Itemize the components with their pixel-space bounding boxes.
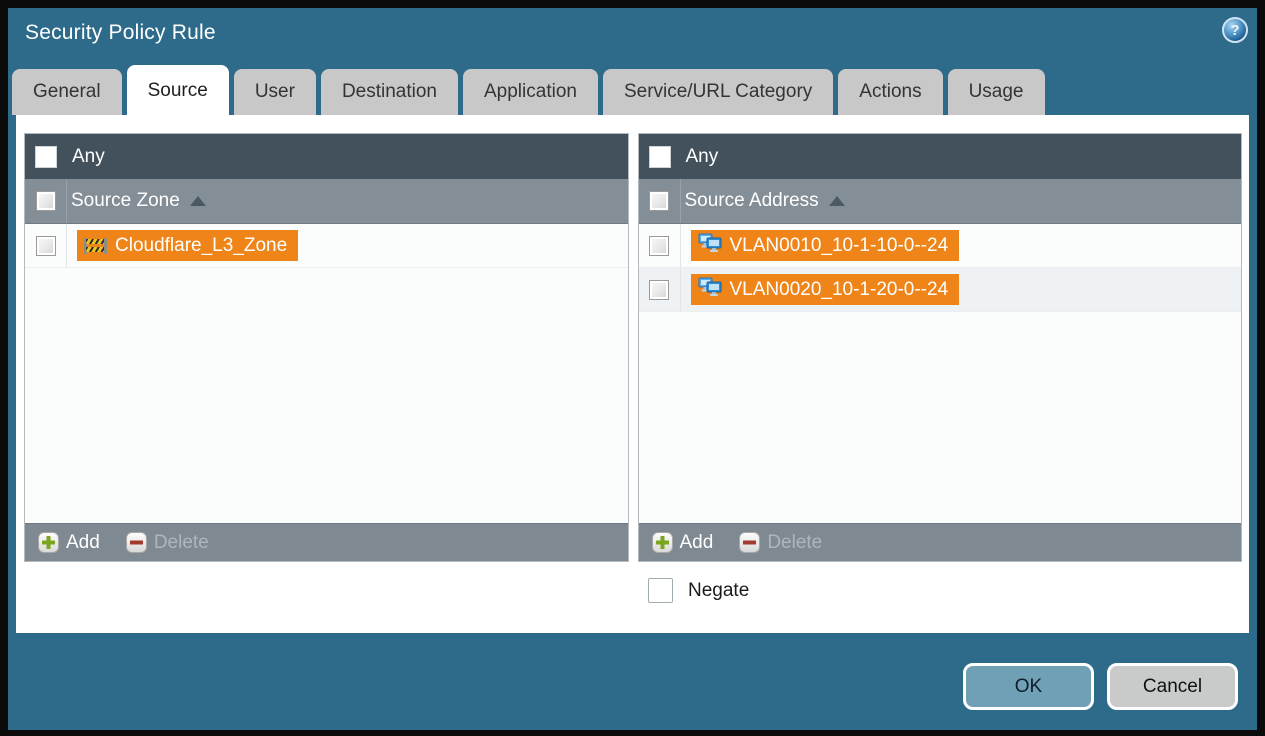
- source-zone-list: Cloudflare_L3_Zone: [25, 224, 628, 523]
- source-zone-entry[interactable]: Cloudflare_L3_Zone: [77, 230, 299, 261]
- zone-icon: [84, 237, 107, 254]
- source-address-any-header: Any: [638, 134, 1241, 179]
- network-icon: [698, 277, 722, 302]
- source-zone-any-header: Any: [25, 134, 628, 179]
- row-checkbox[interactable]: [649, 279, 669, 300]
- delete-icon: [739, 532, 761, 553]
- tab-user[interactable]: User: [233, 69, 316, 115]
- source-zone-panel-footer: Add Delete: [25, 523, 628, 561]
- source-address-column-header: Source Address: [638, 179, 1241, 224]
- add-icon: [38, 532, 59, 553]
- dialog-footer: OK Cancel: [8, 633, 1257, 730]
- row-checkbox[interactable]: [35, 235, 56, 256]
- add-button-label: Add: [66, 531, 100, 553]
- source-address-any-label: Any: [685, 145, 719, 167]
- delete-icon: [125, 532, 147, 553]
- delete-address-button[interactable]: Delete: [739, 532, 822, 554]
- negate-label: Negate: [688, 579, 750, 601]
- tab-application[interactable]: Application: [463, 69, 598, 115]
- table-row: Cloudflare_L3_Zone: [25, 224, 628, 268]
- source-address-any-checkbox[interactable]: [648, 145, 671, 168]
- add-address-button[interactable]: Add: [651, 531, 714, 554]
- title-bar: Security Policy Rule ?: [8, 8, 1257, 62]
- help-icon[interactable]: ?: [1222, 17, 1248, 43]
- table-row: VLAN0020_10-1-20-0--24: [638, 268, 1241, 312]
- source-zone-panel: Any Source Zone Cloudflare_L3_Zone Add D…: [24, 133, 629, 562]
- negate-checkbox[interactable]: [648, 578, 673, 603]
- source-zone-select-all-checkbox[interactable]: [35, 191, 56, 211]
- table-row: VLAN0010_10-1-10-0--24: [638, 224, 1241, 268]
- tab-bar: General Source User Destination Applicat…: [8, 62, 1257, 115]
- source-address-entry[interactable]: VLAN0010_10-1-10-0--24: [690, 230, 960, 261]
- source-address-column-title[interactable]: Source Address: [685, 190, 819, 212]
- source-address-panel: Any Source Address VLAN0010_10-1-10-0--2…: [637, 133, 1242, 562]
- security-policy-rule-dialog: Security Policy Rule ? General Source Us…: [8, 8, 1257, 730]
- tab-actions[interactable]: Actions: [838, 69, 943, 115]
- sort-ascending-icon[interactable]: [828, 196, 845, 206]
- address-entry-label: VLAN0020_10-1-20-0--24: [729, 278, 949, 300]
- sort-ascending-icon[interactable]: [189, 196, 206, 206]
- delete-button-label: Delete: [767, 531, 823, 553]
- source-address-entry[interactable]: VLAN0020_10-1-20-0--24: [690, 274, 960, 305]
- source-tab-content: Any Source Zone Cloudflare_L3_Zone Add D…: [16, 115, 1249, 633]
- tab-destination[interactable]: Destination: [320, 69, 458, 115]
- row-checkbox[interactable]: [649, 235, 669, 256]
- source-zone-column-header: Source Zone: [25, 179, 628, 224]
- source-address-list: VLAN0010_10-1-10-0--24 VLAN0020_10-1-20-…: [638, 224, 1241, 523]
- cancel-button[interactable]: Cancel: [1107, 663, 1238, 710]
- tab-usage[interactable]: Usage: [947, 69, 1045, 115]
- network-icon: [698, 233, 722, 258]
- source-zone-column-title[interactable]: Source Zone: [71, 190, 180, 212]
- source-address-panel-footer: Add Delete: [638, 523, 1241, 561]
- add-button-label: Add: [679, 531, 714, 553]
- delete-button-label: Delete: [153, 531, 209, 553]
- dialog-title: Security Policy Rule: [25, 21, 216, 44]
- delete-zone-button[interactable]: Delete: [125, 531, 209, 554]
- ok-button[interactable]: OK: [963, 663, 1094, 710]
- source-zone-any-checkbox[interactable]: [35, 145, 57, 168]
- source-address-select-all-checkbox[interactable]: [649, 191, 669, 211]
- zone-entry-label: Cloudflare_L3_Zone: [115, 234, 288, 256]
- source-zone-any-label: Any: [72, 145, 105, 167]
- tab-service-url-category[interactable]: Service/URL Category: [602, 69, 834, 115]
- tab-general[interactable]: General: [12, 69, 122, 115]
- tab-source[interactable]: Source: [126, 65, 229, 115]
- negate-row: Negate: [648, 578, 1242, 603]
- address-entry-label: VLAN0010_10-1-10-0--24: [729, 234, 949, 256]
- add-icon: [651, 532, 673, 553]
- add-zone-button[interactable]: Add: [38, 532, 100, 554]
